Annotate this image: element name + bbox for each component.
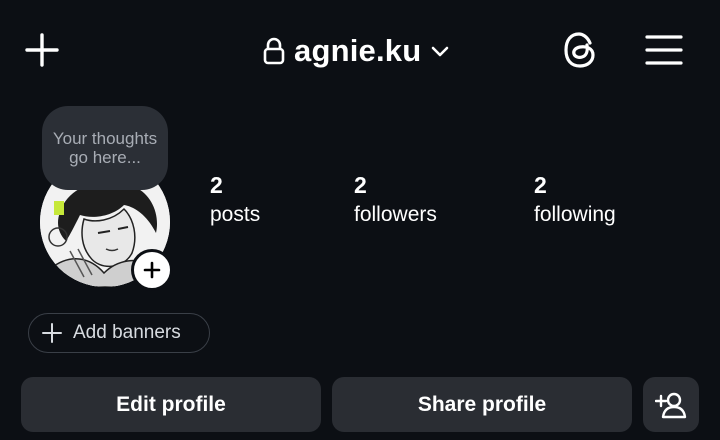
stat-following[interactable]: 2 following	[534, 172, 616, 232]
menu-button[interactable]	[642, 28, 686, 72]
plus-icon	[25, 33, 59, 67]
lock-icon	[263, 37, 285, 65]
following-label: following	[534, 203, 616, 226]
note-bubble[interactable]: Your thoughts go here...	[42, 106, 168, 190]
account-switcher[interactable]: agnie.ku	[262, 28, 451, 74]
new-post-button[interactable]	[20, 28, 64, 72]
followers-count: 2	[354, 172, 367, 198]
threads-button[interactable]	[556, 26, 604, 74]
stat-posts[interactable]: 2 posts	[210, 172, 260, 232]
threads-icon	[564, 32, 595, 68]
share-profile-label: Share profile	[417, 392, 547, 416]
hamburger-menu-icon	[645, 35, 683, 65]
edit-profile-button[interactable]: Edit profile	[21, 377, 321, 432]
add-person-icon	[655, 392, 687, 418]
profile-username: agnie.ku	[294, 33, 422, 68]
following-count: 2	[534, 172, 547, 198]
edit-profile-label: Edit profile	[116, 392, 226, 416]
add-banners-button[interactable]: Add banners	[28, 313, 210, 353]
followers-label: followers	[354, 203, 437, 226]
stat-followers[interactable]: 2 followers	[354, 172, 437, 232]
plus-icon	[42, 323, 62, 343]
plus-icon	[143, 261, 161, 279]
chevron-down-icon	[432, 46, 449, 57]
share-profile-button[interactable]: Share profile	[332, 377, 632, 432]
add-banners-label: Add banners	[73, 322, 181, 343]
discover-people-button[interactable]	[643, 377, 699, 432]
add-story-button[interactable]	[131, 249, 173, 291]
note-placeholder: Your thoughts go here...	[52, 129, 158, 167]
posts-count: 2	[210, 172, 223, 198]
posts-label: posts	[210, 203, 261, 226]
